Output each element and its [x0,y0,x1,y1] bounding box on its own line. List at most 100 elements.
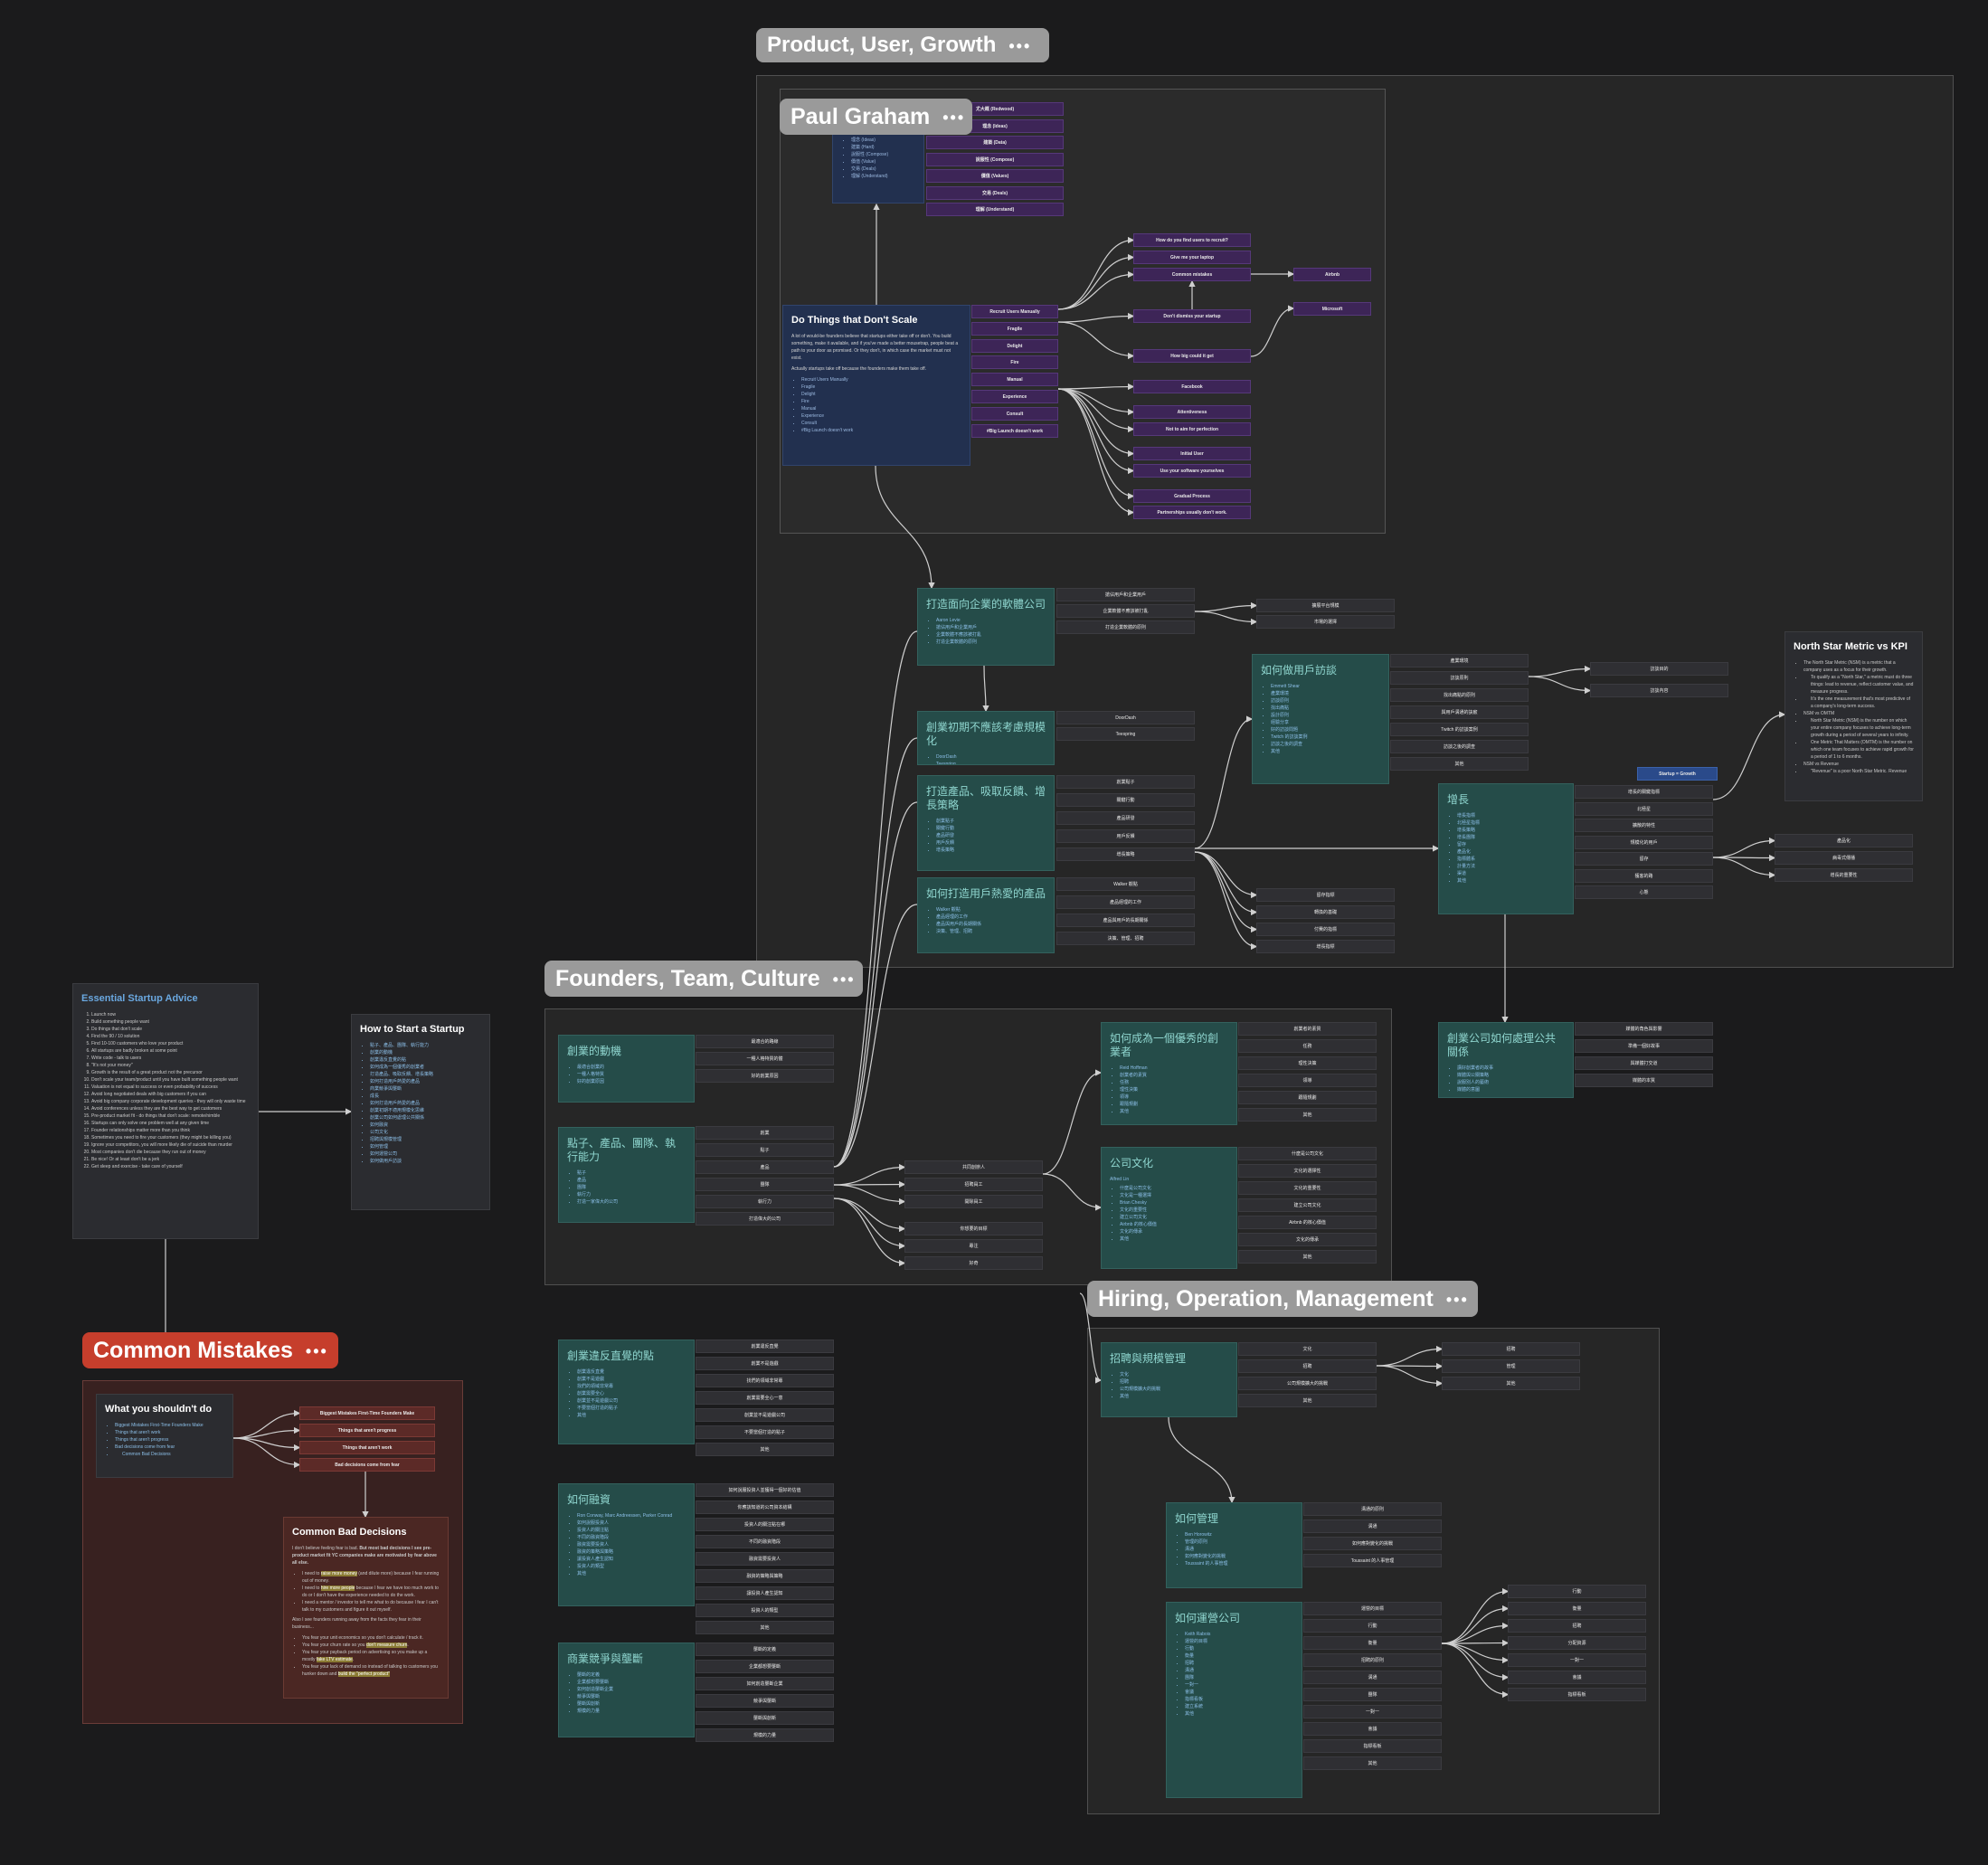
node-box[interactable]: Toussaint 的人事管理 [1303,1554,1442,1567]
node-box[interactable]: Gradual Process [1133,489,1251,503]
node-box[interactable]: 北極星 [1575,801,1713,816]
node-box[interactable]: Not to aim for perfection [1133,422,1251,436]
note-essential-advice[interactable]: Essential Startup Advice Launch nowBuild… [72,983,259,1239]
node-box[interactable]: 創業不是遊戲 [696,1357,834,1370]
group-label-product[interactable]: Product, User, Growth ••• [756,28,1049,62]
group-label-founders[interactable]: Founders, Team, Culture ••• [544,961,863,997]
node-box[interactable]: Recruit Users Manually [971,305,1058,318]
node-box[interactable]: Airbnb [1293,268,1371,281]
node-box[interactable]: 說服性 (Compose) [926,152,1064,166]
node-box[interactable]: 指標看板 [1303,1739,1442,1753]
node-box[interactable]: 產品化 [1775,834,1913,847]
more-icon[interactable]: ••• [942,109,965,127]
node-box[interactable]: 產品 [696,1160,834,1174]
node-box[interactable]: Experience [971,390,1058,403]
node-box[interactable]: Fragile [971,321,1058,336]
node-box[interactable]: Fire [971,355,1058,370]
node-box[interactable]: How big could it get [1133,349,1251,363]
node-box[interactable]: 產品與用戶的長期關係 [1056,914,1195,927]
node-box[interactable]: 分配資源 [1508,1636,1646,1650]
node-box[interactable]: 招聘 [1442,1342,1580,1356]
node-box[interactable]: 理解 (Understand) [926,203,1064,216]
node-box[interactable]: 運營的目標 [1303,1602,1442,1615]
node-box[interactable]: 其他 [1238,1394,1377,1407]
node-box[interactable]: 其他 [696,1621,834,1634]
node-box[interactable]: 訪談目的 [1590,662,1728,676]
node-box[interactable]: 一種人格特質的體 [696,1052,834,1065]
note-common-bad-decisions[interactable]: Common Bad Decisions I don't believe fee… [283,1517,449,1699]
note-competition[interactable]: 商業競爭與壟斷 壟斷的定義企業都想要壟斷如何創造壟斷企業競爭與壟斷壟斷與創新規模… [558,1643,695,1737]
note-no-scale[interactable]: 創業初期不應該考慮規模化 DoorDashTeespring [917,711,1055,765]
node-box[interactable]: 什麼是公司文化 [1238,1147,1377,1160]
node-box[interactable]: 訪談內容 [1590,684,1728,697]
node-box[interactable]: 讓投資人產生認知 [696,1586,834,1600]
node-box[interactable]: 產品研發 [1056,811,1195,825]
node-box[interactable]: 競爭與壟斷 [696,1694,834,1708]
node-box[interactable]: Give me your laptop [1133,251,1251,264]
note-founder[interactable]: 如何成為一個優秀的創業者 Reid Hoffman創業者的素質任務理性決策領導跟… [1101,1022,1237,1125]
note-enterprise[interactable]: 打造面向企業的軟體公司 Aaron Levie搶佔用戶和企業用戶企業軟體不應該被… [917,588,1055,666]
node-box[interactable]: 一對一 [1508,1653,1646,1667]
node-box[interactable]: 增長的關鍵指標 [1575,785,1713,799]
node-box[interactable]: Common mistakes [1133,268,1251,281]
node-box[interactable]: 付費的指標 [1256,923,1395,936]
node-box[interactable]: 投資人的關注點在哪 [696,1518,834,1531]
node-box[interactable]: 文化的傳承 [1238,1233,1377,1246]
node-box[interactable]: Microsoft [1293,302,1371,316]
node-box[interactable]: 如何說服投資人並獲得一個好的估值 [696,1483,834,1497]
node-box[interactable]: 創業並不是遊戲公司 [696,1408,834,1422]
node-box[interactable]: 投資人的類型 [696,1604,834,1617]
node-box[interactable]: Don't dismiss your startup [1133,309,1251,323]
node-box[interactable]: 增長指標 [1256,940,1395,953]
group-label-mistakes[interactable]: Common Mistakes ••• [82,1332,338,1368]
node-box[interactable]: 創業點子 [1056,775,1195,789]
node-box[interactable]: 其他 [1238,1108,1377,1122]
node-box[interactable]: 任務 [1238,1039,1377,1053]
node-box[interactable]: 搶佔用戶和企業用戶 [1056,588,1195,601]
node-box[interactable]: 企業軟體不應該被打亂 [1056,604,1195,618]
node-box[interactable]: Walker 觀點 [1056,877,1195,891]
node-box[interactable]: 專注 [904,1239,1043,1253]
node-box[interactable]: 理性決策 [1238,1056,1377,1070]
node-box[interactable]: 文化 [1238,1342,1377,1356]
node-box[interactable]: 行動 [1303,1619,1442,1633]
node-box[interactable]: 壟斷的定義 [696,1643,834,1656]
node-box[interactable]: 與媒體打交道 [1575,1056,1713,1070]
node-box[interactable]: 與用戶溝通的訣竅 [1390,705,1529,719]
node-box[interactable]: 文化的重要性 [1238,1181,1377,1195]
node-box[interactable]: 招聘員工 [904,1178,1043,1191]
node-box[interactable]: 跟隨規劃 [1238,1091,1377,1104]
node-box[interactable]: 打造企業軟體的原則 [1056,620,1195,634]
node-box[interactable]: Facebook [1133,380,1251,393]
note-motive[interactable]: 創業的動機 最適合創業的一種人格特質好的創業原因 [558,1035,695,1103]
startup-growth-box[interactable]: Startup = Growth [1637,767,1718,781]
node-box[interactable]: 獲客的路 [1575,868,1713,883]
node-box[interactable]: 留存指標 [1256,888,1395,902]
node-box[interactable]: 建築 (Data) [926,136,1064,149]
node-box[interactable]: 如何創造壟斷企業 [696,1677,834,1690]
group-label-hiring[interactable]: Hiring, Operation, Management ••• [1087,1281,1478,1317]
node-box[interactable]: 找們的領域非常專 [696,1374,834,1387]
note-what-you-shouldnt-do[interactable]: What you shouldn't do Biggest Mistakes F… [96,1394,233,1478]
node-box[interactable]: 如何應對變化的挑戰 [1303,1537,1442,1550]
node-box[interactable]: Consult [971,406,1058,421]
node-box[interactable]: 創業違反直覺 [696,1340,834,1353]
node-box[interactable]: 溝通 [1303,1519,1442,1533]
node-box[interactable]: #Big Launch doesn't work [971,423,1058,438]
node-box[interactable]: 一對一 [1303,1705,1442,1718]
node-box[interactable]: 其他 [1303,1756,1442,1770]
node-box[interactable]: Things that aren't work [299,1441,435,1454]
node-box[interactable]: 不要當個打造的點子 [696,1425,834,1439]
node-box[interactable]: 規模的力量 [696,1728,834,1742]
node-box[interactable]: 轉換的基礎 [1256,905,1395,919]
node-box[interactable]: 衡量 [1508,1602,1646,1615]
note-do-things[interactable]: Do Things that Don't Scale A lot of woul… [782,305,970,466]
node-box[interactable]: 交易 (Deals) [926,185,1064,200]
more-icon[interactable]: ••• [306,1342,328,1360]
note-user-interview[interactable]: 如何做用戶訪談 Emmett Shear產業環境訪談原則找出痛點設計原則經驗分享… [1252,654,1389,784]
node-box[interactable]: How do you find users to recruit? [1133,233,1251,247]
node-box[interactable]: Delight [971,338,1058,353]
node-box[interactable]: Partnerships usually don't work. [1133,506,1251,519]
node-box[interactable]: 關鍵行動 [1056,793,1195,807]
node-box[interactable]: 創業需要全心一意 [696,1391,834,1405]
